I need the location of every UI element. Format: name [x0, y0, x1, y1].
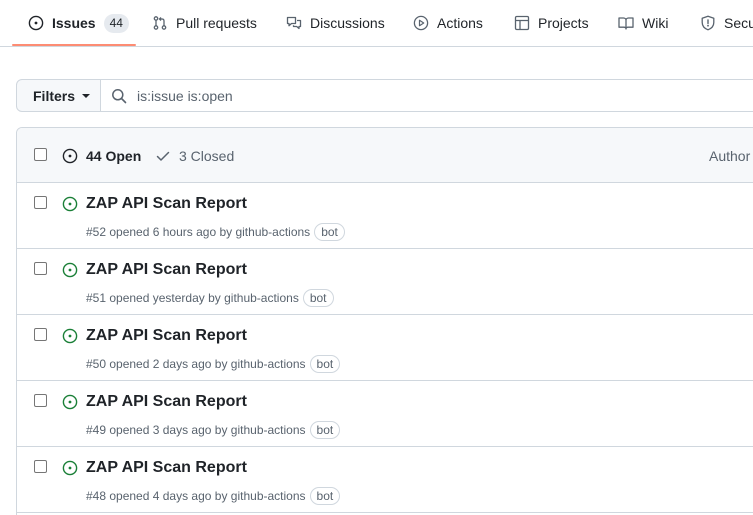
- tab-pull-requests-label: Pull requests: [176, 15, 257, 31]
- issue-title-link[interactable]: ZAP API Scan Report: [86, 459, 247, 477]
- issue-opened-icon: [28, 15, 44, 31]
- closed-issues-toggle[interactable]: 3 Closed: [155, 128, 234, 183]
- issue-opened-icon: [62, 460, 78, 476]
- issue-opened-icon: [62, 328, 78, 344]
- closed-issues-label: 3 Closed: [179, 147, 235, 164]
- repo-nav: Issues 44 Pull requests Discussions Acti…: [0, 0, 753, 47]
- shield-icon: [701, 15, 715, 31]
- bot-label: bot: [309, 355, 341, 373]
- tab-discussions[interactable]: Discussions: [286, 0, 385, 46]
- open-issues-label: 44 Open: [86, 147, 142, 164]
- issue-number: #50: [86, 357, 107, 371]
- issue-opened-text: opened 4 days ago by: [106, 489, 231, 503]
- book-icon: [618, 17, 634, 30]
- filters-button-label: Filters: [33, 87, 76, 104]
- tab-discussions-label: Discussions: [310, 15, 385, 31]
- issue-opened-icon: [62, 196, 78, 212]
- issue-row: ZAP API Scan Report #48 opened 4 days ag…: [17, 447, 753, 513]
- issues-count-badge: 44: [103, 13, 129, 33]
- search-icon: [112, 88, 127, 103]
- issue-opened-text: opened yesterday by: [106, 291, 225, 305]
- issue-opened-text: opened 6 hours ago by: [106, 225, 236, 239]
- issue-opened-text: opened 2 days ago by: [106, 357, 231, 371]
- selected-tab-underline: [12, 44, 136, 46]
- issue-opened-icon: [62, 262, 78, 278]
- issue-number: #52: [86, 225, 107, 239]
- author-filter-dropdown[interactable]: Author: [709, 128, 750, 183]
- issues-list-header: 44 Open 3 Closed Author: [17, 128, 753, 183]
- tab-issues[interactable]: Issues 44: [28, 0, 129, 46]
- tab-wiki[interactable]: Wiki: [618, 0, 668, 46]
- check-icon: [156, 151, 170, 161]
- issue-checkbox[interactable]: [34, 394, 47, 407]
- issue-title-link[interactable]: ZAP API Scan Report: [86, 195, 247, 213]
- issue-meta: #50 opened 2 days ago by github-actions …: [86, 355, 341, 373]
- issues-list: 44 Open 3 Closed Author ZAP API Scan Rep…: [16, 127, 753, 515]
- tab-issues-label: Issues: [52, 15, 96, 31]
- filter-bar: Filters: [16, 79, 753, 112]
- issue-row: ZAP API Scan Report #50 opened 2 days ag…: [17, 315, 753, 381]
- issue-title-link[interactable]: ZAP API Scan Report: [86, 261, 247, 279]
- tab-pull-requests[interactable]: Pull requests: [152, 0, 257, 46]
- issue-number: #49: [86, 423, 107, 437]
- git-pull-request-icon: [153, 16, 167, 30]
- bot-label: bot: [309, 421, 341, 439]
- issue-meta: #48 opened 4 days ago by github-actions …: [86, 487, 341, 505]
- issue-number: #48: [86, 489, 107, 503]
- table-icon: [514, 15, 530, 31]
- issue-opened-icon: [62, 394, 78, 410]
- caret-down-icon: [82, 93, 91, 98]
- tab-security[interactable]: Secu: [700, 0, 753, 46]
- issue-row: ZAP API Scan Report #52 opened 6 hours a…: [17, 183, 753, 249]
- issue-opened-text: opened 3 days ago by: [106, 423, 231, 437]
- issue-row: ZAP API Scan Report #49 opened 3 days ag…: [17, 381, 753, 447]
- search-input[interactable]: [137, 87, 537, 104]
- issue-author-link[interactable]: github-actions: [231, 423, 306, 437]
- issue-number: #51: [86, 291, 107, 305]
- issue-meta: #51 opened yesterday by github-actions b…: [86, 289, 334, 307]
- issue-checkbox[interactable]: [34, 328, 47, 341]
- tab-projects-label: Projects: [538, 15, 589, 31]
- issue-meta: #49 opened 3 days ago by github-actions …: [86, 421, 341, 439]
- issue-checkbox[interactable]: [34, 196, 47, 209]
- issue-meta: #52 opened 6 hours ago by github-actions…: [86, 223, 345, 241]
- play-icon: [413, 15, 429, 31]
- issue-author-link[interactable]: github-actions: [235, 225, 310, 239]
- search-box: [101, 79, 753, 112]
- open-issues-toggle[interactable]: 44 Open: [62, 128, 141, 183]
- bot-label: bot: [302, 289, 334, 307]
- tab-wiki-label: Wiki: [642, 15, 669, 31]
- issue-author-link[interactable]: github-actions: [224, 291, 299, 305]
- issue-opened-icon: [62, 148, 78, 163]
- issue-checkbox[interactable]: [34, 460, 47, 473]
- select-all-checkbox[interactable]: [34, 148, 47, 161]
- tab-actions-label: Actions: [437, 15, 483, 31]
- issue-author-link[interactable]: github-actions: [231, 489, 306, 503]
- issue-row: ZAP API Scan Report #51 opened yesterday…: [17, 249, 753, 315]
- comment-discussion-icon: [286, 16, 302, 30]
- tab-actions[interactable]: Actions: [413, 0, 483, 46]
- tab-security-label: Secu: [724, 15, 753, 31]
- issue-title-link[interactable]: ZAP API Scan Report: [86, 327, 247, 345]
- issue-title-link[interactable]: ZAP API Scan Report: [86, 393, 247, 411]
- tab-projects[interactable]: Projects: [514, 0, 589, 46]
- issue-checkbox[interactable]: [34, 262, 47, 275]
- bot-label: bot: [314, 223, 345, 241]
- bot-label: bot: [309, 487, 341, 505]
- filters-button[interactable]: Filters: [16, 79, 101, 112]
- issue-author-link[interactable]: github-actions: [231, 357, 306, 371]
- author-filter-label: Author: [709, 147, 751, 164]
